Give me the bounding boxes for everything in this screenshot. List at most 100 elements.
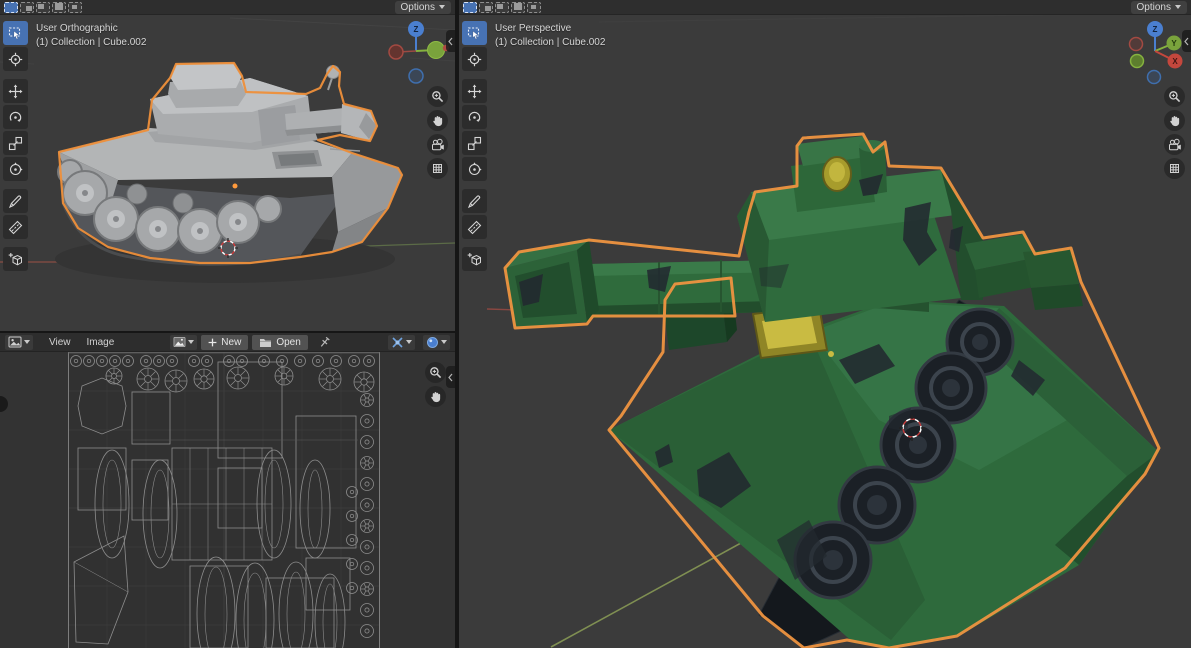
axis-y-handle[interactable] <box>428 42 445 59</box>
rotate-icon <box>8 110 23 125</box>
ruler-icon <box>467 220 482 235</box>
display-channels-button[interactable] <box>423 335 450 350</box>
rotate-tool[interactable] <box>462 105 487 129</box>
new-image-button[interactable]: New <box>201 335 248 350</box>
chevron-left-icon <box>448 373 453 382</box>
cursor-icon <box>8 52 23 67</box>
pin-icon[interactable] <box>318 336 331 349</box>
select-box-icon <box>467 26 482 41</box>
subtract-selection-icon[interactable] <box>36 2 50 13</box>
magnifier-icon <box>429 366 442 379</box>
select-box-icon <box>8 26 23 41</box>
svg-text:X: X <box>1172 57 1178 66</box>
invert-selection-icon[interactable] <box>511 2 525 13</box>
transform-tool[interactable] <box>462 157 487 181</box>
uv-header-right-group <box>388 335 450 350</box>
annotate-tool[interactable] <box>3 189 28 213</box>
magnifier-icon <box>431 90 444 103</box>
zoom-button[interactable] <box>427 86 448 107</box>
axis-z-neg-handle[interactable] <box>1148 71 1161 84</box>
hand-icon <box>429 390 442 403</box>
grid-icon <box>431 162 444 175</box>
navigation-gizmo[interactable]: Z Y X <box>1127 18 1191 86</box>
axis-x-neg-handle[interactable] <box>389 45 403 59</box>
green-tank-model[interactable] <box>505 134 1159 648</box>
cursor-tool[interactable] <box>3 47 28 71</box>
browse-image-button[interactable] <box>170 335 197 350</box>
select-box-tool[interactable] <box>462 21 487 45</box>
image-browse-icon <box>173 336 186 348</box>
sidebar-toggle-right-viewport[interactable] <box>1182 30 1191 52</box>
transform-icon <box>8 162 23 177</box>
toolbar-right <box>462 21 487 271</box>
pan-button[interactable] <box>1164 110 1185 131</box>
magnifier-icon <box>1168 90 1181 103</box>
cursor-icon <box>467 52 482 67</box>
intersect-selection-icon[interactable] <box>527 2 541 13</box>
zoom-button[interactable] <box>1164 86 1185 107</box>
invert-selection-icon[interactable] <box>52 2 66 13</box>
new-selection-icon[interactable] <box>4 2 18 13</box>
axis-y-neg-handle[interactable] <box>1131 55 1144 68</box>
menu-view[interactable]: View <box>41 333 79 351</box>
add-cube-icon <box>467 252 482 267</box>
pan-button[interactable] <box>427 110 448 131</box>
display-channels-icon <box>426 336 439 349</box>
sidebar-toggle-left-viewport[interactable] <box>446 30 455 52</box>
camera-icon <box>1168 138 1182 152</box>
transform-icon <box>467 162 482 177</box>
add-cube-tool[interactable] <box>462 247 487 271</box>
camera-view-button[interactable] <box>1164 134 1185 155</box>
new-selection-icon[interactable] <box>463 2 477 13</box>
panel-toggle-tab[interactable] <box>0 396 8 412</box>
select-mode-group <box>463 2 541 13</box>
open-image-button[interactable]: Open <box>252 335 307 350</box>
add-cube-tool[interactable] <box>3 247 28 271</box>
camera-view-button[interactable] <box>427 134 448 155</box>
uv-layout-wireframe <box>68 352 380 648</box>
grid-icon <box>1168 162 1181 175</box>
nav-buttons-uv <box>425 362 446 407</box>
axis-x-neg-handle[interactable] <box>1130 38 1143 51</box>
sidebar-toggle-uv-editor[interactable] <box>446 366 455 388</box>
scale-tool[interactable] <box>462 131 487 155</box>
perspective-toggle-button[interactable] <box>1164 158 1185 179</box>
move-tool[interactable] <box>3 79 28 103</box>
camera-icon <box>431 138 445 152</box>
navigation-gizmo[interactable]: Z <box>388 18 450 86</box>
viewport-perspective: Options <box>459 0 1191 648</box>
axis-z-neg-handle[interactable] <box>409 69 423 83</box>
editor-type-button[interactable] <box>5 335 33 350</box>
measure-tool[interactable] <box>462 215 487 239</box>
zoom-button[interactable] <box>425 362 446 383</box>
select-box-tool[interactable] <box>3 21 28 45</box>
chevron-down-icon <box>441 340 447 344</box>
uv-canvas[interactable] <box>0 352 455 648</box>
options-button[interactable]: Options <box>395 1 451 14</box>
extend-selection-icon[interactable] <box>479 2 493 13</box>
transform-tool[interactable] <box>3 157 28 181</box>
gray-tank-model[interactable] <box>58 63 402 264</box>
scale-icon <box>8 136 23 151</box>
extend-selection-icon[interactable] <box>20 2 34 13</box>
annotate-tool[interactable] <box>462 189 487 213</box>
options-button[interactable]: Options <box>1131 1 1187 14</box>
pan-button[interactable] <box>425 386 446 407</box>
perspective-toggle-button[interactable] <box>427 158 448 179</box>
menu-image[interactable]: Image <box>79 333 123 351</box>
svg-text:Y: Y <box>1171 39 1177 48</box>
move-icon <box>8 84 23 99</box>
scale-tool[interactable] <box>3 131 28 155</box>
plus-icon <box>208 338 217 347</box>
hand-icon <box>1168 114 1181 127</box>
intersect-selection-icon[interactable] <box>68 2 82 13</box>
viewport-left-header: Options <box>0 0 455 15</box>
move-icon <box>467 84 482 99</box>
move-tool[interactable] <box>462 79 487 103</box>
measure-tool[interactable] <box>3 215 28 239</box>
cursor-tool[interactable] <box>462 47 487 71</box>
subtract-selection-icon[interactable] <box>495 2 509 13</box>
perspective-scene <box>459 0 1191 648</box>
rotate-tool[interactable] <box>3 105 28 129</box>
pivot-button[interactable] <box>388 335 415 350</box>
